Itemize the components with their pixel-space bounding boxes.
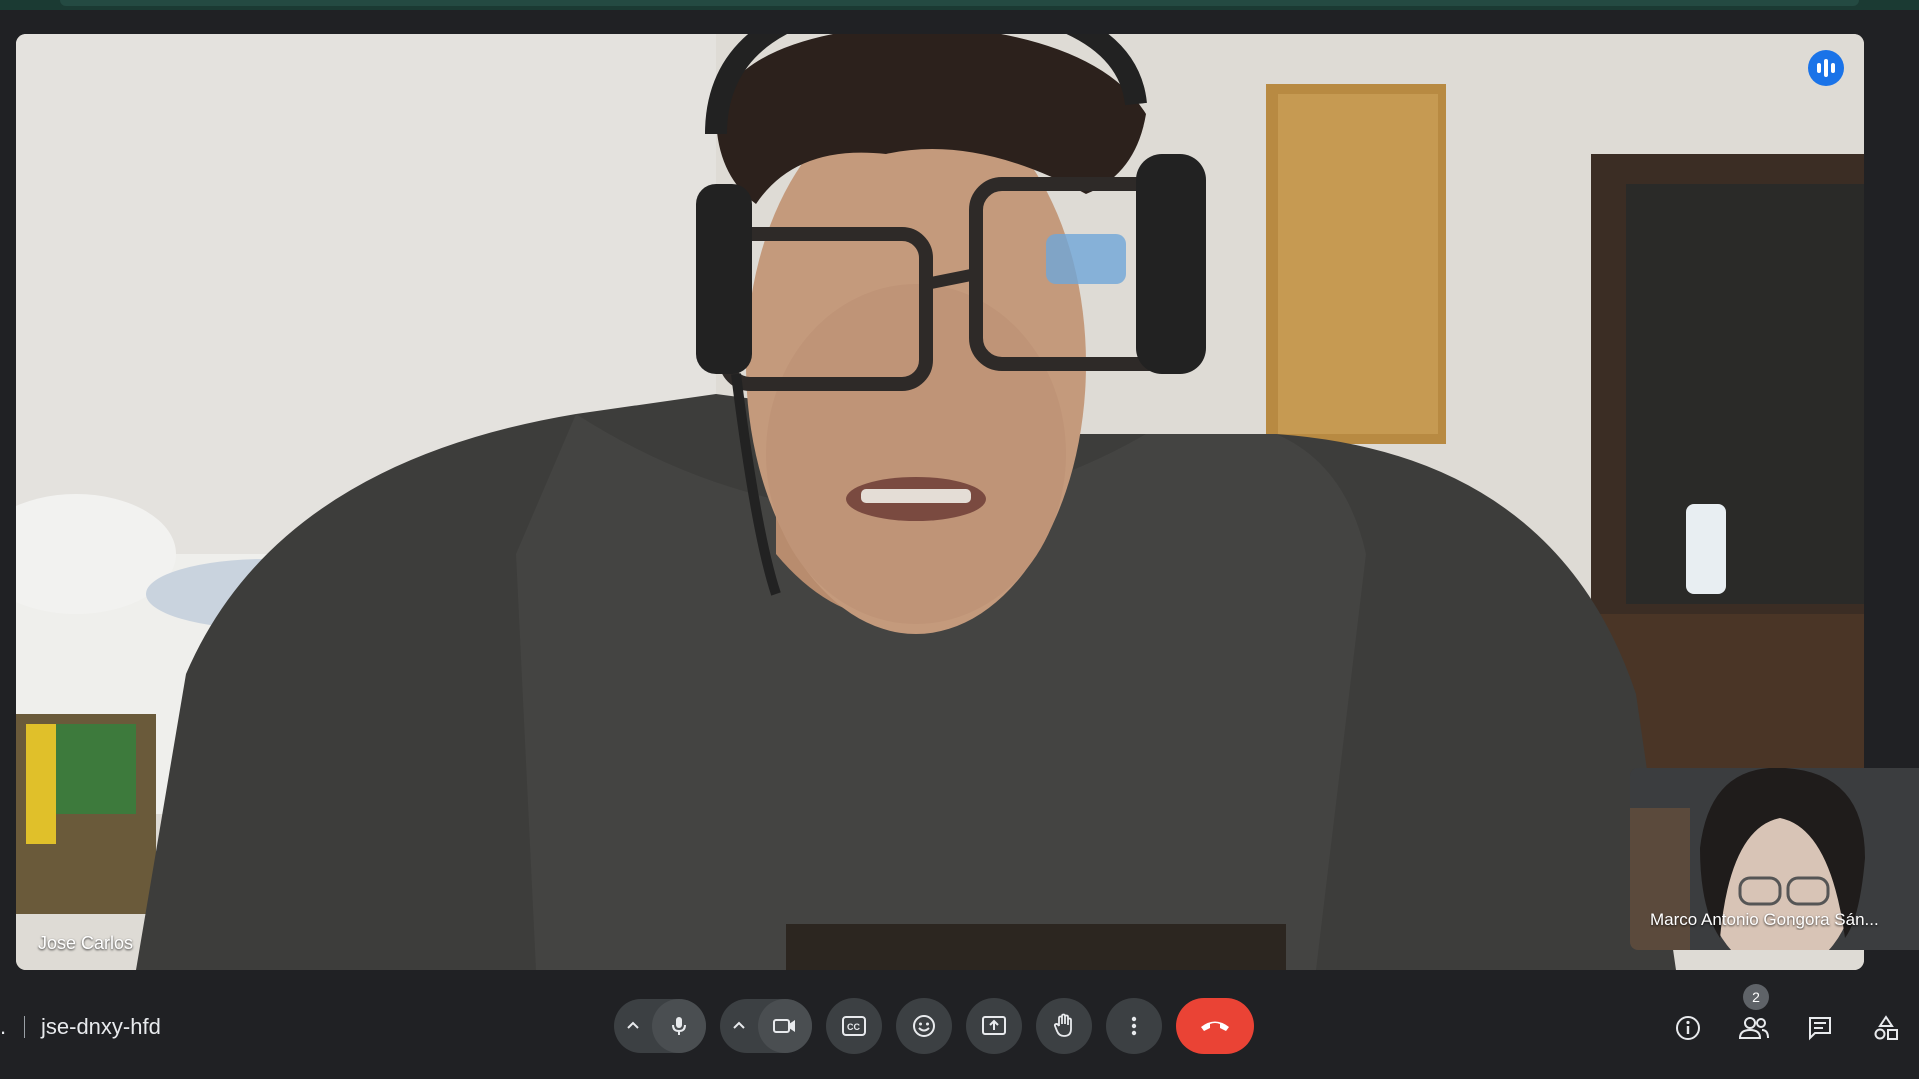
call-controls: CC xyxy=(614,998,1254,1054)
people-count-badge: 2 xyxy=(1743,984,1769,1010)
chevron-up-icon xyxy=(733,1021,745,1029)
meeting-info-divider xyxy=(24,1016,25,1038)
chat-icon xyxy=(1809,1017,1831,1041)
present-screen-button[interactable] xyxy=(966,998,1022,1054)
people-button[interactable]: 2 xyxy=(1721,984,1787,1056)
chevron-up-icon xyxy=(627,1021,639,1029)
window-top-strip xyxy=(0,0,1919,10)
emoji-icon xyxy=(913,1015,935,1037)
reactions-button[interactable] xyxy=(896,998,952,1054)
self-view-tile[interactable]: Marco Antonio Gongora Sán... xyxy=(1630,768,1919,950)
self-name-label: Marco Antonio Gongora Sán... xyxy=(1650,910,1879,929)
svg-text:CC: CC xyxy=(847,1022,860,1032)
meeting-code: jse-dnxy-hfd xyxy=(41,1014,161,1039)
main-video-tile[interactable]: Jose Carlos xyxy=(16,34,1864,970)
present-screen-icon xyxy=(982,1016,1006,1035)
captions-button[interactable]: CC xyxy=(826,998,882,1054)
info-icon xyxy=(1676,1016,1700,1040)
mic-icon xyxy=(672,1017,686,1035)
participant-video-feed xyxy=(16,34,1864,970)
more-vert-icon xyxy=(1131,1016,1137,1036)
camera-button[interactable] xyxy=(758,999,812,1053)
raise-hand-button[interactable] xyxy=(1036,998,1092,1054)
mic-control-group xyxy=(614,999,706,1053)
shapes-icon xyxy=(1874,1015,1898,1040)
mic-button[interactable] xyxy=(652,999,706,1053)
captions-icon: CC xyxy=(842,1016,866,1036)
more-options-button[interactable] xyxy=(1106,998,1162,1054)
meeting-time-fragment: . xyxy=(0,1014,7,1039)
hand-icon xyxy=(1053,1013,1072,1037)
meeting-details: . jse-dnxy-hfd xyxy=(0,1012,161,1042)
speaking-indicator-icon xyxy=(1808,50,1844,86)
camera-control-group xyxy=(720,999,812,1053)
side-panel-controls: 2 xyxy=(1655,984,1919,1056)
activities-button[interactable] xyxy=(1853,1000,1919,1056)
leave-call-button[interactable] xyxy=(1176,998,1254,1054)
participant-name-label: Jose Carlos xyxy=(38,933,134,953)
people-icon xyxy=(1738,1017,1769,1039)
meeting-details-button[interactable] xyxy=(1655,1000,1721,1056)
chat-button[interactable] xyxy=(1787,1000,1853,1056)
call-end-icon xyxy=(1201,1021,1229,1031)
audio-options-button[interactable] xyxy=(614,999,652,1053)
video-options-button[interactable] xyxy=(720,999,758,1053)
videocam-icon xyxy=(773,1019,795,1033)
